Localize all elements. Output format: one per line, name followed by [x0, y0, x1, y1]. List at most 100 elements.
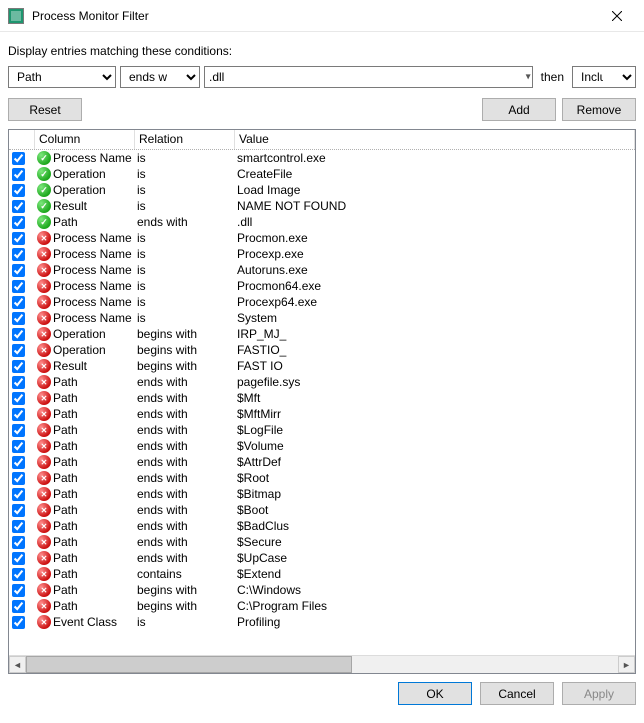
table-row[interactable]: ResultisNAME NOT FOUND	[9, 198, 635, 214]
row-checkbox[interactable]	[12, 248, 25, 261]
row-checkbox[interactable]	[12, 328, 25, 341]
table-row[interactable]: OperationisLoad Image	[9, 182, 635, 198]
row-checkbox[interactable]	[12, 264, 25, 277]
table-row[interactable]: Pathends withpagefile.sys	[9, 374, 635, 390]
action-select[interactable]: Include	[572, 66, 636, 88]
row-checkbox[interactable]	[12, 520, 25, 533]
row-value-label: $Boot	[235, 503, 635, 517]
row-checkbox[interactable]	[12, 488, 25, 501]
table-row[interactable]: Operationbegins withIRP_MJ_	[9, 326, 635, 342]
table-row[interactable]: Operationbegins withFASTIO_	[9, 342, 635, 358]
table-row[interactable]: Pathends with$Root	[9, 470, 635, 486]
header-blank[interactable]	[9, 130, 35, 149]
reset-button[interactable]: Reset	[8, 98, 82, 121]
remove-button[interactable]: Remove	[562, 98, 636, 121]
exclude-icon	[37, 375, 51, 389]
table-row[interactable]: Pathends with$Mft	[9, 390, 635, 406]
ok-button[interactable]: OK	[398, 682, 472, 705]
scroll-left-icon[interactable]: ◄	[9, 656, 26, 673]
table-row[interactable]: Pathends with$BadClus	[9, 518, 635, 534]
row-relation-label: is	[135, 311, 235, 325]
row-checkbox[interactable]	[12, 360, 25, 373]
scroll-thumb[interactable]	[26, 656, 352, 673]
row-checkbox[interactable]	[12, 424, 25, 437]
row-checkbox-cell	[9, 616, 35, 629]
row-relation-label: ends with	[135, 551, 235, 565]
row-checkbox[interactable]	[12, 344, 25, 357]
row-checkbox[interactable]	[12, 536, 25, 549]
row-checkbox[interactable]	[12, 616, 25, 629]
row-checkbox[interactable]	[12, 280, 25, 293]
row-checkbox[interactable]	[12, 456, 25, 469]
row-checkbox[interactable]	[12, 584, 25, 597]
row-relation-label: is	[135, 247, 235, 261]
table-row[interactable]: Process Nameissmartcontrol.exe	[9, 150, 635, 166]
row-checkbox[interactable]	[12, 568, 25, 581]
table-row[interactable]: Pathends with$Volume	[9, 438, 635, 454]
table-row[interactable]: Pathends with$MftMirr	[9, 406, 635, 422]
row-value-label: $Secure	[235, 535, 635, 549]
row-column-label: Operation	[53, 343, 106, 357]
table-row[interactable]: Process NameisProcmon64.exe	[9, 278, 635, 294]
row-checkbox[interactable]	[12, 152, 25, 165]
horizontal-scrollbar[interactable]: ◄ ►	[9, 655, 635, 673]
table-row[interactable]: Process NameisAutoruns.exe	[9, 262, 635, 278]
row-column-label: Process Name	[53, 279, 132, 293]
table-row[interactable]: Pathends with$Secure	[9, 534, 635, 550]
row-checkbox[interactable]	[12, 216, 25, 229]
scroll-right-icon[interactable]: ►	[618, 656, 635, 673]
list-body: Process Nameissmartcontrol.exeOperationi…	[9, 150, 635, 655]
row-checkbox[interactable]	[12, 200, 25, 213]
table-row[interactable]: Pathends with$LogFile	[9, 422, 635, 438]
row-checkbox[interactable]	[12, 376, 25, 389]
row-value-label: Load Image	[235, 183, 635, 197]
table-row[interactable]: Pathbegins withC:\Windows	[9, 582, 635, 598]
relation-select[interactable]: ends with	[120, 66, 200, 88]
header-value[interactable]: Value	[235, 130, 635, 149]
table-row[interactable]: Process NameisProcexp64.exe	[9, 294, 635, 310]
table-row[interactable]: OperationisCreateFile	[9, 166, 635, 182]
row-checkbox[interactable]	[12, 552, 25, 565]
row-column-cell: Path	[35, 439, 135, 453]
instruction-label: Display entries matching these condition…	[8, 44, 636, 58]
row-checkbox[interactable]	[12, 312, 25, 325]
table-row[interactable]: Pathends with$AttrDef	[9, 454, 635, 470]
table-row[interactable]: Process NameisProcexp.exe	[9, 246, 635, 262]
list-header: Column Relation Value	[9, 130, 635, 150]
row-checkbox[interactable]	[12, 472, 25, 485]
table-row[interactable]: Process NameisProcmon.exe	[9, 230, 635, 246]
row-checkbox[interactable]	[12, 408, 25, 421]
row-checkbox[interactable]	[12, 168, 25, 181]
table-row[interactable]: Resultbegins withFAST IO	[9, 358, 635, 374]
row-checkbox-cell	[9, 392, 35, 405]
table-row[interactable]: Pathends with$UpCase	[9, 550, 635, 566]
table-row[interactable]: Pathends with.dll	[9, 214, 635, 230]
row-checkbox[interactable]	[12, 232, 25, 245]
header-column[interactable]: Column	[35, 130, 135, 149]
row-checkbox[interactable]	[12, 296, 25, 309]
table-row[interactable]: Pathbegins withC:\Program Files	[9, 598, 635, 614]
exclude-icon	[37, 567, 51, 581]
header-relation[interactable]: Relation	[135, 130, 235, 149]
scroll-track[interactable]	[26, 656, 618, 673]
row-checkbox[interactable]	[12, 392, 25, 405]
add-button[interactable]: Add	[482, 98, 556, 121]
row-checkbox[interactable]	[12, 504, 25, 517]
column-select[interactable]: Path	[8, 66, 116, 88]
cancel-button[interactable]: Cancel	[480, 682, 554, 705]
table-row[interactable]: Event ClassisProfiling	[9, 614, 635, 630]
table-row[interactable]: Process NameisSystem	[9, 310, 635, 326]
close-button[interactable]	[594, 1, 640, 31]
row-column-label: Path	[53, 567, 78, 581]
row-column-label: Event Class	[53, 615, 117, 629]
row-checkbox[interactable]	[12, 184, 25, 197]
table-row[interactable]: Pathcontains$Extend	[9, 566, 635, 582]
row-checkbox[interactable]	[12, 600, 25, 613]
table-row[interactable]: Pathends with$Bitmap	[9, 486, 635, 502]
row-checkbox[interactable]	[12, 440, 25, 453]
apply-button[interactable]: Apply	[562, 682, 636, 705]
value-input[interactable]	[204, 66, 533, 88]
row-value-label: $Bitmap	[235, 487, 635, 501]
table-row[interactable]: Pathends with$Boot	[9, 502, 635, 518]
row-relation-label: is	[135, 295, 235, 309]
